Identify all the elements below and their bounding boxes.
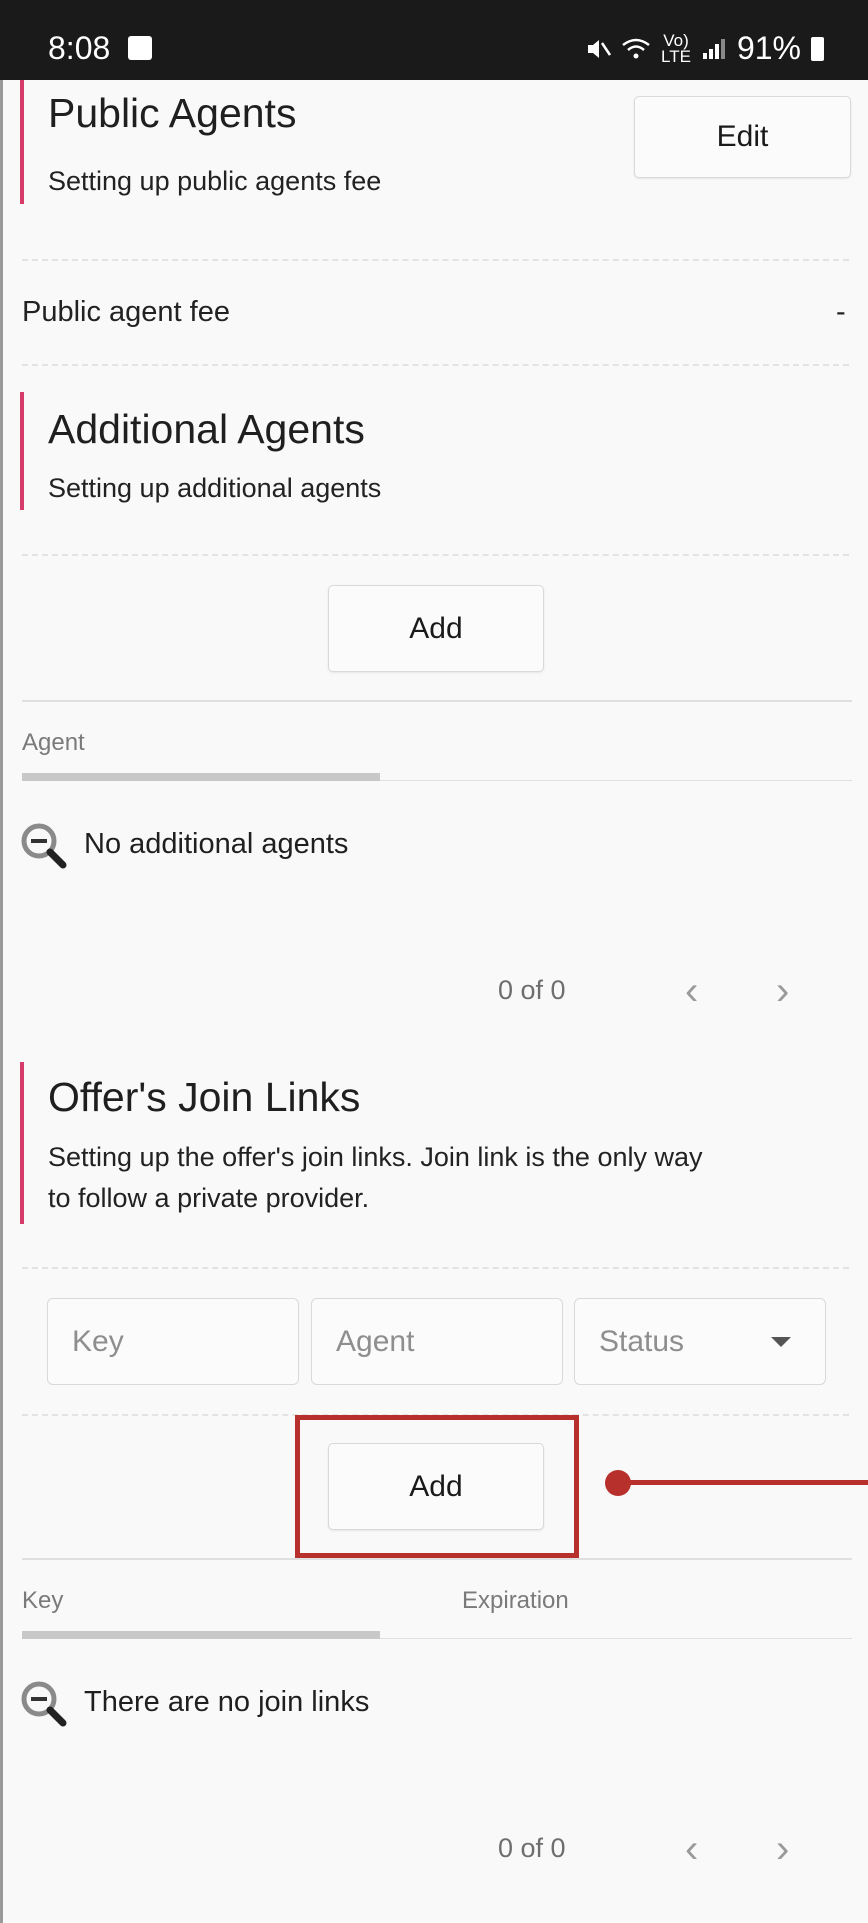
status-select[interactable]: Status <box>574 1298 826 1385</box>
status-icons: Vo) LTE 91% <box>585 30 824 67</box>
section-accent-bar <box>20 392 24 510</box>
section-accent-bar <box>20 1062 24 1224</box>
add-agent-button[interactable]: Add <box>328 585 544 672</box>
volte-indicator: Vo) LTE <box>661 30 691 66</box>
empty-state-text: No additional agents <box>84 828 349 860</box>
dropdown-arrow-icon <box>771 1336 791 1347</box>
additional-agents-title: Additional Agents <box>48 406 365 452</box>
signal-icon <box>702 38 725 59</box>
pagination-count: 0 of 0 <box>498 1833 566 1863</box>
divider <box>22 259 849 261</box>
empty-state-text: There are no join links <box>84 1686 370 1718</box>
agent-filter-input[interactable]: Agent <box>311 1298 563 1385</box>
join-links-title: Offer's Join Links <box>48 1074 361 1120</box>
public-agents-title: Public Agents <box>48 90 297 136</box>
divider <box>22 700 852 702</box>
battery-percent: 91% <box>736 30 801 66</box>
key-column-header[interactable]: Key <box>22 1587 63 1615</box>
expiration-column-header[interactable]: Expiration <box>462 1587 569 1615</box>
divider <box>22 1558 852 1560</box>
clock: 8:08 <box>48 30 111 66</box>
status-bar: 8:08 Vo) LTE 91% <box>0 0 868 80</box>
next-page-icon[interactable]: › <box>776 969 789 1014</box>
column-indicator <box>22 773 380 781</box>
next-page-icon[interactable]: › <box>776 1827 789 1872</box>
key-filter-input[interactable]: Key <box>47 1298 299 1385</box>
additional-agents-description: Setting up additional agents <box>48 473 382 503</box>
join-links-description: Setting up the offer's join links. Join … <box>48 1142 703 1213</box>
gallery-notification-icon <box>128 36 152 60</box>
edit-button[interactable]: Edit <box>634 96 851 178</box>
window-edge <box>0 80 3 1923</box>
search-empty-icon <box>21 823 67 869</box>
highlight-box <box>295 1415 579 1558</box>
wifi-icon <box>622 38 650 58</box>
section-accent-bar <box>20 80 24 204</box>
previous-page-icon[interactable]: ‹ <box>685 1827 698 1872</box>
status-select-value: Status <box>599 1324 685 1358</box>
pagination-count: 0 of 0 <box>498 975 566 1005</box>
mute-icon <box>588 39 612 58</box>
public-agents-description: Setting up public agents fee <box>48 166 382 196</box>
public-agent-fee-label: Public agent fee <box>22 296 230 328</box>
public-agent-fee-value: - <box>836 296 846 328</box>
battery-icon <box>811 36 824 61</box>
search-empty-icon <box>21 1681 67 1727</box>
column-indicator <box>22 1631 380 1639</box>
divider <box>22 554 849 556</box>
divider <box>22 364 849 366</box>
annotation-connector <box>618 1480 868 1485</box>
previous-page-icon[interactable]: ‹ <box>685 969 698 1014</box>
divider <box>22 1267 849 1269</box>
agent-column-header[interactable]: Agent <box>22 729 85 757</box>
